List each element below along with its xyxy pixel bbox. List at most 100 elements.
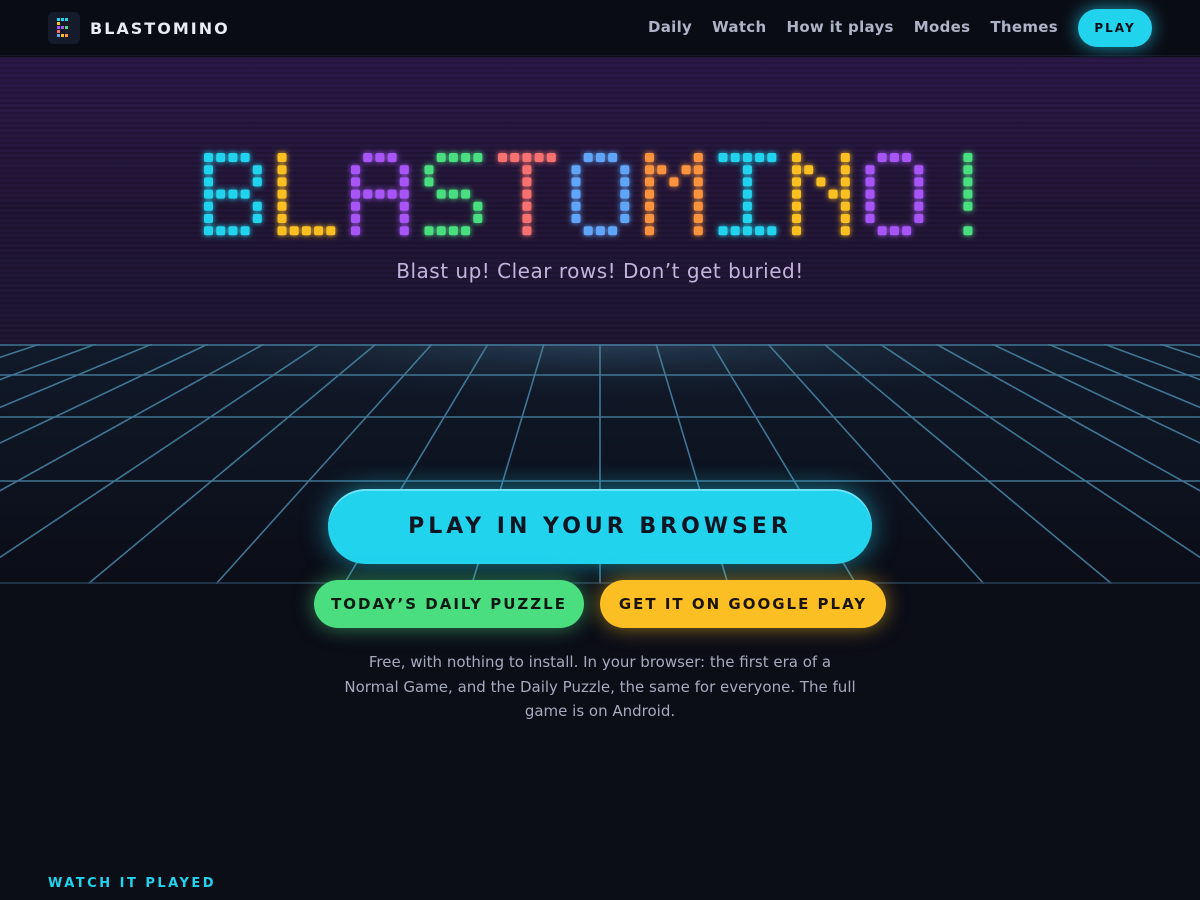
title-dot <box>399 214 409 223</box>
title-dot <box>645 189 654 199</box>
title-dot <box>718 153 728 162</box>
title-dot <box>742 214 752 223</box>
title-dot <box>840 226 850 236</box>
title-dot <box>742 189 752 199</box>
title-dot <box>608 153 618 162</box>
title-dot <box>571 165 581 175</box>
title-dot <box>792 165 801 175</box>
title-dot <box>277 201 287 211</box>
title-dot <box>571 177 581 187</box>
title-dot <box>436 226 446 236</box>
title-dot <box>546 153 556 162</box>
title-dot <box>363 153 373 162</box>
title-dot <box>889 153 899 162</box>
nav-link-themes[interactable]: Themes <box>990 18 1058 36</box>
title-dot <box>914 165 924 175</box>
title-dot <box>657 165 667 175</box>
title-dot <box>767 153 777 162</box>
free-note: Free, with nothing to install. In your b… <box>344 653 856 720</box>
title-dot <box>204 214 213 223</box>
title-dot <box>608 226 618 236</box>
title-dot <box>351 189 360 199</box>
title-dot <box>461 153 471 162</box>
title-dot <box>792 189 801 199</box>
title-dot <box>228 189 238 199</box>
title-dot <box>228 226 238 236</box>
title-dot <box>645 201 654 211</box>
title-dot <box>204 165 213 175</box>
title-dot <box>877 153 887 162</box>
google-play-button[interactable]: GET IT ON GOOGLE PLAY <box>600 580 886 628</box>
title-dot <box>804 165 814 175</box>
title-dot <box>240 226 250 236</box>
title-dot <box>387 189 397 199</box>
title-dot <box>240 189 250 199</box>
title-dot <box>583 226 593 236</box>
title-dot <box>399 226 409 236</box>
title-dot <box>742 177 752 187</box>
title-dot <box>693 226 703 236</box>
title-dot <box>840 153 850 162</box>
watch-section-label: WATCH IT PLAYED <box>48 876 217 891</box>
title-dot <box>399 165 409 175</box>
title-dot <box>375 189 385 199</box>
title-dot <box>681 165 691 175</box>
title-dot <box>461 226 471 236</box>
title-dot <box>522 165 532 175</box>
title-dot <box>889 226 899 236</box>
title-dot <box>351 214 360 223</box>
title-dot <box>693 153 703 162</box>
title-dot <box>387 153 397 162</box>
title-dot <box>963 177 973 187</box>
title-dot <box>865 214 875 223</box>
title-dot <box>399 177 409 187</box>
title-dot <box>375 153 385 162</box>
title-dot <box>877 226 887 236</box>
nav-link-modes[interactable]: Modes <box>914 18 971 36</box>
daily-puzzle-button[interactable]: TODAY’S DAILY PUZZLE <box>314 580 584 628</box>
title-dot <box>252 177 262 187</box>
title-dot <box>571 189 581 199</box>
title-dot <box>436 153 446 162</box>
hero-tagline: Blast up! Clear rows! Don’t get buried! <box>396 259 804 283</box>
nav-link-watch[interactable]: Watch <box>712 18 766 36</box>
title-dot <box>828 189 838 199</box>
title-dot <box>216 153 226 162</box>
title-dot <box>461 189 471 199</box>
title-dot <box>620 189 630 199</box>
title-dot <box>645 214 654 223</box>
top-nav: BLASTOMINO Daily Watch How it plays Mode… <box>0 0 1200 56</box>
nav-link-daily[interactable]: Daily <box>648 18 692 36</box>
title-dot <box>914 214 924 223</box>
title-dot <box>620 201 630 211</box>
title-dot <box>571 201 581 211</box>
title-dot <box>730 153 740 162</box>
title-dot <box>522 177 532 187</box>
title-dot <box>314 226 324 236</box>
title-dot <box>693 189 703 199</box>
title-dot <box>240 153 250 162</box>
brand-logo-icon <box>48 12 80 44</box>
nav-play-button[interactable]: PLAY <box>1078 9 1152 47</box>
title-dot <box>448 153 458 162</box>
title-dot <box>351 177 360 187</box>
title-dot <box>840 214 850 223</box>
title-dot <box>963 201 973 211</box>
play-in-browser-button[interactable]: PLAY IN YOUR BROWSER <box>328 489 872 564</box>
title-dot <box>693 214 703 223</box>
title-dot <box>583 153 593 162</box>
brand[interactable]: BLASTOMINO <box>48 12 230 44</box>
title-dot <box>742 153 752 162</box>
title-dot <box>595 153 605 162</box>
title-dot <box>914 189 924 199</box>
nav-link-how-it-plays[interactable]: How it plays <box>786 18 893 36</box>
title-dot <box>363 189 373 199</box>
title-dot <box>963 189 973 199</box>
title-dot <box>865 189 875 199</box>
title-dot <box>473 214 483 223</box>
title-dot <box>534 153 544 162</box>
title-dot <box>742 165 752 175</box>
title-dot <box>252 201 262 211</box>
title-dot <box>914 177 924 187</box>
title-dot <box>473 201 483 211</box>
